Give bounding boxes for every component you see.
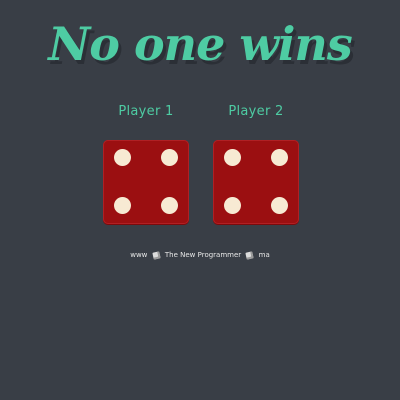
player-2-die: [213, 140, 299, 224]
die-pip: [114, 197, 131, 214]
result-headline: No one wins: [48, 17, 353, 71]
die-pip: [271, 197, 288, 214]
die-pip: [224, 149, 241, 166]
dice-icon: [245, 250, 255, 260]
die-pip: [161, 149, 178, 166]
dice-icon: [152, 250, 161, 260]
footer-suffix: ma: [258, 251, 270, 259]
player-2-label: Player 2: [228, 104, 284, 119]
die-pip: [114, 149, 131, 166]
footer-prefix: www: [130, 251, 148, 259]
footer-credit: www The New Programmer ma: [0, 250, 400, 260]
player-1-die: [103, 140, 189, 224]
footer-middle: The New Programmer: [164, 251, 242, 259]
die-pip: [224, 197, 241, 214]
die-pip: [161, 197, 178, 214]
player-1-label: Player 1: [118, 104, 174, 119]
die-pip: [271, 149, 288, 166]
